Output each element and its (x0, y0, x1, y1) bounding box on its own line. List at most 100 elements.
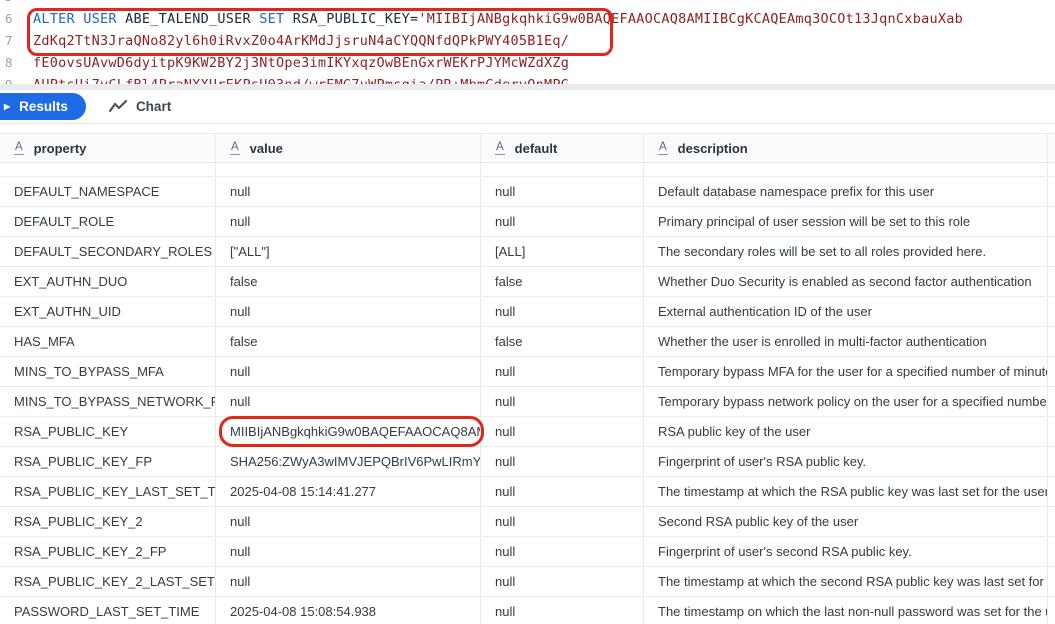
cell-property[interactable]: EXT_AUTHN_DUO (0, 267, 216, 296)
cell-property[interactable]: MINS_TO_BYPASS_NETWORK_POLICY (0, 387, 216, 416)
code-line[interactable]: 9AUPtsUi7yCLfBl4PraNXXUrEKPsU03nd/wrEMG7… (0, 74, 1055, 84)
worksheet-screen: 56ALTER USER ABE_TALEND_USER SET RSA_PUB… (0, 0, 1055, 624)
table-row[interactable]: RSA_PUBLIC_KEY_2_LAST_SET_TIME null null… (0, 567, 1055, 597)
tab-results[interactable]: ▶ Results (0, 93, 86, 120)
table-body: DEFAULT_NAMESPACE null null Default data… (0, 177, 1055, 624)
cell-value[interactable]: ["ALL"] (216, 237, 481, 266)
cell-value[interactable]: false (216, 267, 481, 296)
table-row[interactable]: MINS_TO_BYPASS_NETWORK_POLICY null null … (0, 387, 1055, 417)
cell-value[interactable]: null (216, 567, 481, 596)
cell-default[interactable]: null (481, 357, 644, 386)
sql-editor[interactable]: 56ALTER USER ABE_TALEND_USER SET RSA_PUB… (0, 0, 1055, 84)
cell-description[interactable]: Whether Duo Security is enabled as secon… (644, 267, 1048, 296)
cell-property[interactable]: RSA_PUBLIC_KEY_2 (0, 507, 216, 536)
cell-default[interactable]: null (481, 507, 644, 536)
cell-default[interactable]: null (481, 177, 644, 206)
cell-value[interactable]: 2025-04-08 15:14:41.277 (216, 477, 481, 506)
table-row[interactable]: RSA_PUBLIC_KEY MIIBIjANBgkqhkiG9w0BAQEFA… (0, 417, 1055, 447)
cell-default[interactable]: false (481, 267, 644, 296)
cell-default[interactable]: false (481, 327, 644, 356)
cell-value[interactable]: 2025-04-08 15:08:54.938 (216, 597, 481, 624)
cell-property[interactable]: RSA_PUBLIC_KEY_2_LAST_SET_TIME (0, 567, 216, 596)
column-header-description[interactable]: A description (644, 134, 1048, 162)
cell-property[interactable]: RSA_PUBLIC_KEY_2_FP (0, 537, 216, 566)
table-row[interactable]: RSA_PUBLIC_KEY_FP SHA256:ZWyA3wIMVJEPQBr… (0, 447, 1055, 477)
cell-property[interactable]: MINS_TO_BYPASS_MFA (0, 357, 216, 386)
cell-description[interactable]: Temporary bypass network policy on the u… (644, 387, 1048, 416)
cell-description[interactable]: External authentication ID of the user (644, 297, 1048, 326)
code-line[interactable]: 6ALTER USER ABE_TALEND_USER SET RSA_PUBL… (0, 8, 1055, 30)
cell-property[interactable]: DEFAULT_ROLE (0, 207, 216, 236)
cell-value[interactable]: SHA256:ZWyA3wIMVJEPQBrIV6PwLIRmYcZa (216, 447, 481, 476)
table-row[interactable]: DEFAULT_ROLE null null Primary principal… (0, 207, 1055, 237)
cell-value[interactable]: null (216, 537, 481, 566)
tab-chart[interactable]: Chart (108, 98, 171, 116)
table-row[interactable]: RSA_PUBLIC_KEY_LAST_SET_TIME 2025-04-08 … (0, 477, 1055, 507)
cell-default[interactable]: null (481, 537, 644, 566)
cell-value[interactable]: null (216, 507, 481, 536)
code-text (26, 0, 33, 8)
cell-value[interactable]: null (216, 207, 481, 236)
cell-description[interactable]: The timestamp at which the second RSA pu… (644, 567, 1048, 596)
cell-default[interactable]: null (481, 207, 644, 236)
cell-description[interactable]: RSA public key of the user (644, 417, 1048, 446)
cell-description[interactable]: The secondary roles will be set to all r… (644, 237, 1048, 266)
cell-default[interactable]: [ALL] (481, 237, 644, 266)
column-header-property-label: property (34, 141, 87, 156)
results-bar: ▶ Results Chart (0, 90, 1055, 123)
table-row[interactable]: RSA_PUBLIC_KEY_2 null null Second RSA pu… (0, 507, 1055, 537)
table-row[interactable]: DEFAULT_NAMESPACE null null Default data… (0, 177, 1055, 207)
code-line[interactable]: 5 (0, 0, 1055, 8)
cell-value[interactable]: null (216, 177, 481, 206)
table-row[interactable]: PASSWORD_LAST_SET_TIME 2025-04-08 15:08:… (0, 597, 1055, 624)
column-header-default[interactable]: A default (481, 134, 644, 162)
line-number: 6 (0, 8, 26, 30)
table-row[interactable]: RSA_PUBLIC_KEY_2_FP null null Fingerprin… (0, 537, 1055, 567)
text-type-icon: A (14, 141, 24, 156)
cell-default[interactable]: null (481, 447, 644, 476)
table-row[interactable]: MINS_TO_BYPASS_MFA null null Temporary b… (0, 357, 1055, 387)
code-line[interactable]: 8fE0ovsUAvwD6dyitpK9KW2BY2j3NtOpe3imIKYx… (0, 52, 1055, 74)
table-row[interactable]: EXT_AUTHN_DUO false false Whether Duo Se… (0, 267, 1055, 297)
cell-default[interactable]: null (481, 417, 644, 446)
cell-description[interactable]: Temporary bypass MFA for the user for a … (644, 357, 1048, 386)
cell-description[interactable]: Primary principal of user session will b… (644, 207, 1048, 236)
cell-description[interactable]: Whether the user is enrolled in multi-fa… (644, 327, 1048, 356)
cell-description[interactable]: Default database namespace prefix for th… (644, 177, 1048, 206)
cell-description[interactable]: The timestamp at which the RSA public ke… (644, 477, 1048, 506)
code-line[interactable]: 7ZdKq2TtN3JraQNo82yl6h0iRvxZ0o4ArKMdJjsr… (0, 30, 1055, 52)
cell-value[interactable]: MIIBIjANBgkqhkiG9w0BAQEFAAOCAQ8AMIIBCgKC… (216, 417, 481, 446)
column-header-default-label: default (515, 141, 558, 156)
cell-property[interactable]: HAS_MFA (0, 327, 216, 356)
cell-default[interactable]: null (481, 297, 644, 326)
cell-value[interactable]: null (216, 297, 481, 326)
table-row[interactable]: HAS_MFA false false Whether the user is … (0, 327, 1055, 357)
column-header-value[interactable]: A value (216, 134, 481, 162)
column-header-property[interactable]: A property (0, 134, 216, 162)
tab-chart-label: Chart (136, 99, 171, 114)
cell-property[interactable]: PASSWORD_LAST_SET_TIME (0, 597, 216, 624)
cell-description[interactable]: The timestamp on which the last non-null… (644, 597, 1048, 624)
cell-description[interactable]: Second RSA public key of the user (644, 507, 1048, 536)
table-row[interactable]: DEFAULT_SECONDARY_ROLES ["ALL"] [ALL] Th… (0, 237, 1055, 267)
cell-property[interactable]: RSA_PUBLIC_KEY (0, 417, 216, 446)
cell-description[interactable]: Fingerprint of user's RSA public key. (644, 447, 1048, 476)
table-row[interactable]: EXT_AUTHN_UID null null External authent… (0, 297, 1055, 327)
cell-property[interactable]: DEFAULT_SECONDARY_ROLES (0, 237, 216, 266)
cell-default[interactable]: null (481, 477, 644, 506)
cell-value[interactable]: null (216, 387, 481, 416)
panel-divider (0, 123, 1055, 124)
play-icon: ▶ (4, 103, 10, 111)
cell-property[interactable]: RSA_PUBLIC_KEY_FP (0, 447, 216, 476)
cell-value[interactable]: false (216, 327, 481, 356)
cell-value[interactable]: null (216, 357, 481, 386)
cell-property[interactable]: EXT_AUTHN_UID (0, 297, 216, 326)
line-number: 8 (0, 52, 26, 74)
line-number: 5 (0, 0, 26, 8)
cell-default[interactable]: null (481, 597, 644, 624)
cell-property[interactable]: RSA_PUBLIC_KEY_LAST_SET_TIME (0, 477, 216, 506)
cell-default[interactable]: null (481, 567, 644, 596)
cell-default[interactable]: null (481, 387, 644, 416)
cell-description[interactable]: Fingerprint of user's second RSA public … (644, 537, 1048, 566)
cell-property[interactable]: DEFAULT_NAMESPACE (0, 177, 216, 206)
